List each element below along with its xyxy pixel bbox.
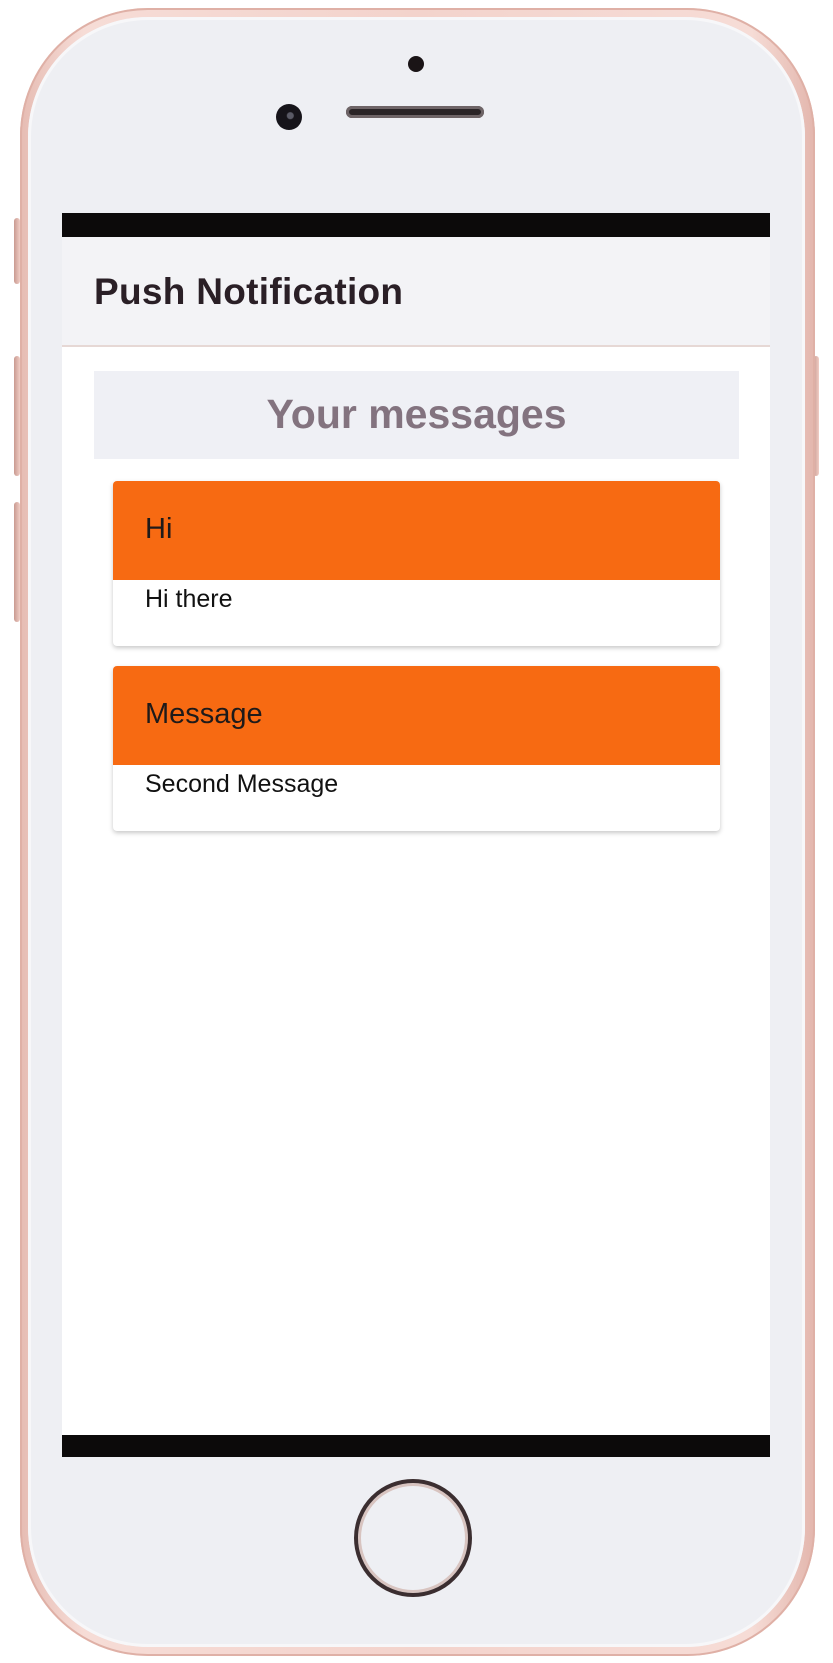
message-card[interactable]: Message Second Message [113, 666, 720, 831]
message-title: Hi [145, 513, 173, 545]
message-title: Message [145, 698, 263, 730]
message-body: Second Message [145, 770, 339, 798]
front-camera [276, 104, 302, 130]
home-button[interactable] [354, 1479, 472, 1597]
message-card-header: Message [113, 666, 720, 765]
status-bar [62, 213, 770, 237]
navigation-bar [62, 1435, 770, 1457]
messages-banner: Your messages [94, 371, 739, 459]
app-title: Push Notification [94, 271, 404, 312]
front-sensor [408, 56, 424, 72]
message-body: Hi there [145, 585, 233, 613]
message-card[interactable]: Hi Hi there [113, 481, 720, 646]
message-card-header: Hi [113, 481, 720, 580]
app-screen: Push Notification Your messages Hi Hi th… [62, 213, 770, 1457]
messages-heading: Your messages [266, 391, 567, 437]
earpiece-speaker [346, 106, 484, 118]
device-frame: Push Notification Your messages Hi Hi th… [0, 0, 833, 1663]
app-header: Push Notification [62, 237, 770, 347]
